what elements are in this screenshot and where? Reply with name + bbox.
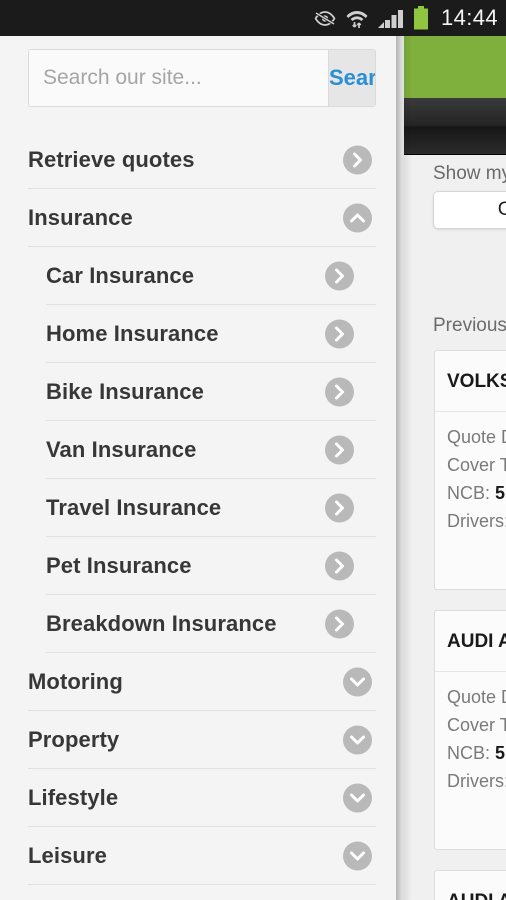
signal-bars-icon xyxy=(377,8,404,28)
quote-detail-value: 5 xyxy=(495,482,506,503)
quote-detail-label: Drivers: xyxy=(447,770,506,791)
chevron-down-icon[interactable] xyxy=(343,667,372,696)
menu-item[interactable]: Insurance xyxy=(28,189,376,247)
screen: Show my Car Previous VOLKSW Quote D Cove… xyxy=(0,0,506,900)
chevron-down-icon[interactable] xyxy=(343,783,372,812)
menu-item-label: Leisure xyxy=(28,842,107,868)
menu-item-label: Pet Insurance xyxy=(46,552,192,578)
drawer-menu: Retrieve quotes Insurance Car Insurance Hom… xyxy=(0,131,404,885)
quote-detail-row: Quote D xyxy=(447,684,506,712)
quote-detail-row: Cover Ty xyxy=(447,452,506,480)
quote-detail-label: NCB: xyxy=(447,482,491,503)
chevron-down-icon[interactable] xyxy=(343,725,372,754)
chevron-up-icon[interactable] xyxy=(343,203,372,232)
menu-item-label: Motoring xyxy=(28,668,123,694)
quote-card-title: AUDI A3 xyxy=(435,871,506,900)
quote-detail-label: Cover Ty xyxy=(447,454,506,475)
quote-card[interactable]: AUDI A3 xyxy=(434,870,506,900)
quote-detail-row: NCB: 5 xyxy=(447,740,506,768)
site-search: Search xyxy=(28,49,376,107)
quote-detail-row: NCB: 5 xyxy=(447,480,506,508)
menu-item[interactable]: Car Insurance xyxy=(46,247,376,305)
quote-detail-value: 5 xyxy=(495,742,506,763)
search-input[interactable] xyxy=(29,50,328,106)
quote-detail-row: Quote D xyxy=(447,424,506,452)
previous-quotes-label: Previous xyxy=(433,315,506,336)
menu-item-label: Lifestyle xyxy=(28,784,119,810)
search-button[interactable]: Search xyxy=(328,50,375,106)
quote-card-title: VOLKSW xyxy=(435,351,506,412)
menu-item[interactable]: Home Insurance xyxy=(46,305,376,363)
chevron-right-icon[interactable] xyxy=(325,493,354,522)
battery-icon xyxy=(413,6,429,30)
menu-item-label: Home Insurance xyxy=(46,320,219,346)
menu-item-label: Insurance xyxy=(28,204,133,230)
navigation-drawer: Search Retrieve quotes Insurance Car Insur… xyxy=(0,36,404,900)
quote-card[interactable]: VOLKSW Quote D Cover Ty NCB: 5 Drivers: xyxy=(434,350,506,590)
quote-detail-row: Drivers: xyxy=(447,508,506,536)
menu-item[interactable]: Motoring xyxy=(28,653,376,711)
chevron-right-icon[interactable] xyxy=(325,319,354,348)
chevron-down-icon[interactable] xyxy=(343,841,372,870)
android-status-bar: 14:44 xyxy=(0,0,506,36)
menu-item-label: Bike Insurance xyxy=(46,378,204,404)
menu-item[interactable]: Van Insurance xyxy=(46,421,376,479)
menu-item-label: Travel Insurance xyxy=(46,494,222,520)
clock-time: 14:44 xyxy=(440,5,498,30)
quote-detail-label: Drivers: xyxy=(447,510,506,531)
wifi-transfer-icon xyxy=(345,7,369,29)
menu-item-label: Car Insurance xyxy=(46,262,195,288)
quote-detail-label: Quote D xyxy=(447,687,506,707)
menu-item-label: Breakdown Insurance xyxy=(46,610,277,636)
menu-item[interactable]: Breakdown Insurance xyxy=(46,595,376,653)
menu-item[interactable]: Travel Insurance xyxy=(46,479,376,537)
chevron-right-icon[interactable] xyxy=(325,261,354,290)
chevron-right-icon[interactable] xyxy=(325,609,354,638)
menu-item[interactable]: Property xyxy=(28,711,376,769)
menu-item-label: Van Insurance xyxy=(46,436,197,462)
quote-detail-label: Cover Ty xyxy=(447,714,506,735)
quote-card-title: AUDI A3 xyxy=(435,611,506,672)
quote-detail-label: NCB: xyxy=(447,742,491,763)
quote-detail-row: Drivers: xyxy=(447,768,506,796)
chevron-right-icon[interactable] xyxy=(343,145,372,174)
chevron-right-icon[interactable] xyxy=(325,377,354,406)
quote-detail-row: Cover Ty xyxy=(447,712,506,740)
quote-detail-label: Quote D xyxy=(447,427,506,447)
chevron-right-icon[interactable] xyxy=(325,435,354,464)
menu-item-label: Property xyxy=(28,726,120,752)
menu-item[interactable]: Bike Insurance xyxy=(46,363,376,421)
chevron-right-icon[interactable] xyxy=(325,551,354,580)
quote-card-details: Quote D Cover Ty NCB: 5 Drivers: xyxy=(435,672,506,812)
vehicle-type-value: Car xyxy=(497,199,506,220)
show-my-label: Show my xyxy=(433,163,506,184)
menu-item-label: Retrieve quotes xyxy=(28,146,195,172)
menu-item[interactable]: Retrieve quotes xyxy=(28,131,376,189)
quote-card-details: Quote D Cover Ty NCB: 5 Drivers: xyxy=(435,412,506,552)
quote-card[interactable]: AUDI A3 Quote D Cover Ty NCB: 5 Drivers: xyxy=(434,610,506,850)
vehicle-type-select[interactable]: Car xyxy=(433,191,506,229)
menu-item[interactable]: Pet Insurance xyxy=(46,537,376,595)
menu-item[interactable]: Leisure xyxy=(28,827,376,885)
eye-icon xyxy=(314,10,336,26)
menu-item[interactable]: Lifestyle xyxy=(28,769,376,827)
